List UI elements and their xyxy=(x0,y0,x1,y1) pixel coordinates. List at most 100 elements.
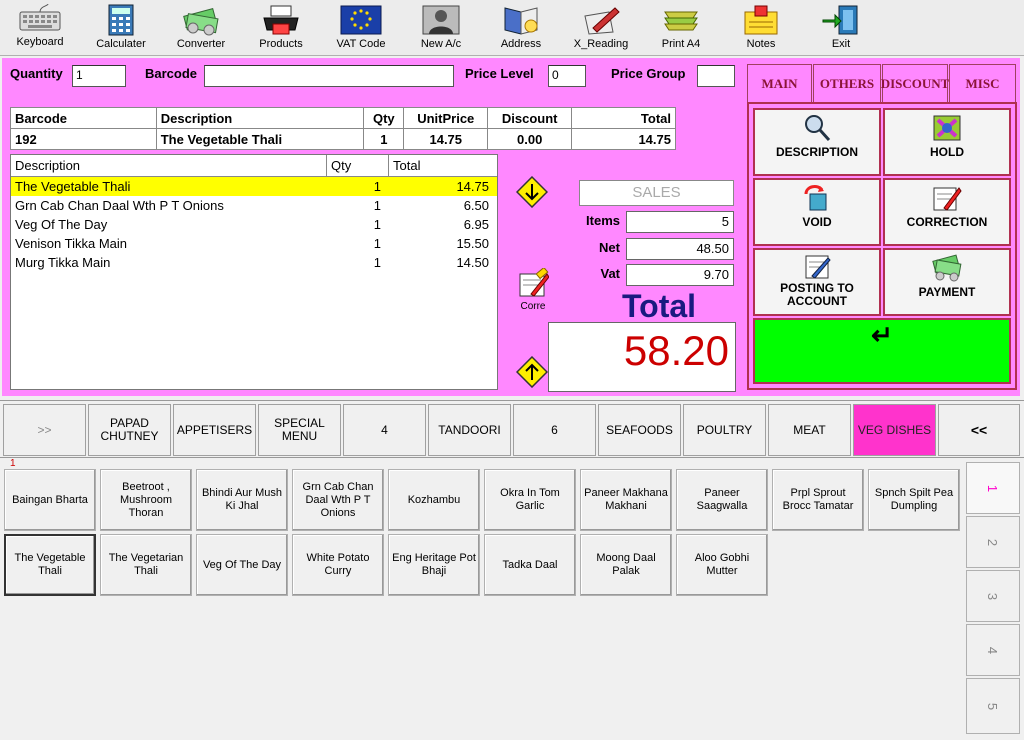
toolbar-label: Notes xyxy=(746,38,776,50)
void-button[interactable]: VOID xyxy=(753,178,881,246)
price-group-input[interactable] xyxy=(697,65,735,87)
item-description: Venison Tikka Main xyxy=(15,236,128,251)
keyboard-button[interactable]: Keyboard xyxy=(0,2,80,54)
stack-icon xyxy=(664,11,698,31)
page-tab-label: 4 xyxy=(985,646,1001,654)
col-total[interactable]: Total xyxy=(389,155,497,176)
toolbar-label: X_Reading xyxy=(573,38,629,50)
button-label: POSTING TO ACCOUNT xyxy=(780,281,854,308)
tab-main[interactable]: MAIN xyxy=(747,64,812,102)
category-4[interactable]: 4 xyxy=(343,404,426,456)
category-next-button[interactable]: >> xyxy=(3,404,86,456)
price-level-input[interactable]: 0 xyxy=(548,65,586,87)
product-button[interactable]: Bhindi Aur Mush Ki Jhal xyxy=(196,469,288,531)
net-label: Net xyxy=(599,240,620,255)
person-icon xyxy=(422,5,460,35)
barcode-label: Barcode xyxy=(145,66,198,81)
barcode-table: Barcode Description Qty UnitPrice Discou… xyxy=(10,107,676,150)
scroll-down-button[interactable] xyxy=(516,176,548,208)
product-button[interactable]: Okra In Tom Garlic xyxy=(484,469,576,531)
category-prev-button[interactable]: << xyxy=(938,404,1020,456)
tab-discount[interactable]: DISCOUNT xyxy=(881,64,949,102)
posting-to-account-button[interactable]: POSTING TO ACCOUNT xyxy=(753,248,881,316)
product-button[interactable]: Beetroot , Mushroom Thoran xyxy=(100,469,192,531)
product-button[interactable]: White Potato Curry xyxy=(292,534,384,596)
calculator-button[interactable]: Calculater xyxy=(81,2,161,54)
product-button[interactable]: Prpl Sprout Brocc Tamatar xyxy=(772,469,864,531)
product-button[interactable]: Kozhambu xyxy=(388,469,480,531)
product-button[interactable]: Paneer Makhana Makhani xyxy=(580,469,672,531)
product-button[interactable]: Aloo Gobhi Mutter xyxy=(676,534,768,596)
product-button[interactable]: The Vegetarian Thali xyxy=(100,534,192,596)
vat-code-button[interactable]: VAT Code xyxy=(321,2,401,54)
print-a4-button[interactable]: Print A4 xyxy=(641,2,721,54)
product-button[interactable]: Spnch Spilt Pea Dumpling xyxy=(868,469,960,531)
hold-button[interactable]: HOLD xyxy=(883,108,1011,176)
product-button[interactable]: Eng Heritage Pot Bhaji xyxy=(388,534,480,596)
items-count: 5 xyxy=(626,211,734,233)
scroll-up-button[interactable] xyxy=(516,356,548,388)
item-row[interactable]: Murg Tikka Main 1 14.50 xyxy=(11,253,497,272)
category-papad-chutney[interactable]: PAPAD CHUTNEY xyxy=(88,404,171,456)
product-button[interactable]: Paneer Saagwalla xyxy=(676,469,768,531)
category-veg-dishes[interactable]: VEG DISHES xyxy=(853,404,936,456)
category-appetisers[interactable]: APPETISERS xyxy=(173,404,256,456)
product-button[interactable]: The Vegetable Thali xyxy=(4,534,96,596)
correction-shortcut[interactable]: Corre xyxy=(515,266,551,316)
barcode-input[interactable] xyxy=(204,65,454,87)
order-item-list[interactable]: Description Qty Total The Vegetable Thal… xyxy=(10,154,498,390)
tab-others[interactable]: OTHERS xyxy=(813,64,881,102)
col-description[interactable]: Description xyxy=(11,155,327,176)
printer-icon xyxy=(263,5,299,35)
enter-button[interactable]: ↵ xyxy=(753,318,1011,384)
new-account-button[interactable]: New A/c xyxy=(401,2,481,54)
cell-barcode: 192 xyxy=(10,128,157,150)
category-seafoods[interactable]: SEAFOODS xyxy=(598,404,681,456)
page-tab-2[interactable]: 2 xyxy=(966,516,1020,568)
item-qty: 1 xyxy=(373,217,381,232)
item-row[interactable]: The Vegetable Thali 1 14.75 xyxy=(11,177,497,196)
page-tab-5[interactable]: 5 xyxy=(966,678,1020,734)
product-button[interactable]: Moong Daal Palak xyxy=(580,534,672,596)
item-row[interactable]: Venison Tikka Main 1 15.50 xyxy=(11,234,497,253)
barcode-table-row[interactable]: 192 The Vegetable Thali 1 14.75 0.00 14.… xyxy=(10,128,676,150)
products-button[interactable]: Products xyxy=(241,2,321,54)
toolbar-label: Converter xyxy=(176,38,226,50)
address-button[interactable]: Address xyxy=(481,2,561,54)
page-tab-1[interactable]: 1 xyxy=(966,462,1020,514)
category-6[interactable]: 6 xyxy=(513,404,596,456)
notes-button[interactable]: Notes xyxy=(721,2,801,54)
col-qty[interactable]: Qty xyxy=(327,155,389,176)
converter-button[interactable]: Converter xyxy=(161,2,241,54)
calculator-icon xyxy=(108,4,134,36)
button-label: CORRECTION xyxy=(906,215,988,229)
page-tab-4[interactable]: 4 xyxy=(966,624,1020,676)
x-reading-button[interactable]: X_Reading xyxy=(561,2,641,54)
quantity-input[interactable]: 1 xyxy=(72,65,126,87)
correction-icon xyxy=(519,266,550,297)
payment-button[interactable]: PAYMENT xyxy=(883,248,1011,316)
keyboard-icon xyxy=(19,4,61,31)
category-poultry[interactable]: POULTRY xyxy=(683,404,766,456)
col-total: Total xyxy=(571,107,676,129)
category-tandoori[interactable]: TANDOORI xyxy=(428,404,511,456)
toolbar-label: Calculater xyxy=(96,38,146,50)
toolbar-label: Print A4 xyxy=(661,38,701,50)
product-button[interactable]: Grn Cab Chan Daal Wth P T Onions xyxy=(292,469,384,531)
category-meat[interactable]: MEAT xyxy=(768,404,851,456)
main-function-panel: DESCRIPTION HOLD VOID CORRECTION POSTING… xyxy=(747,102,1017,390)
toolbar-label: VAT Code xyxy=(336,38,386,50)
category-special-menu[interactable]: SPECIAL MENU xyxy=(258,404,341,456)
correction-button[interactable]: CORRECTION xyxy=(883,178,1011,246)
exit-button[interactable]: Exit xyxy=(801,2,881,54)
item-row[interactable]: Veg Of The Day 1 6.95 xyxy=(11,215,497,234)
magnifier-icon xyxy=(805,115,831,142)
item-row[interactable]: Grn Cab Chan Daal Wth P T Onions 1 6.50 xyxy=(11,196,497,215)
tab-misc[interactable]: MISC xyxy=(949,64,1016,102)
description-button[interactable]: DESCRIPTION xyxy=(753,108,881,176)
product-button[interactable]: Veg Of The Day xyxy=(196,534,288,596)
product-button[interactable]: Tadka Daal xyxy=(484,534,576,596)
product-button[interactable]: Baingan Bharta xyxy=(4,469,96,531)
page-tab-3[interactable]: 3 xyxy=(966,570,1020,622)
item-total: 15.50 xyxy=(456,236,489,251)
